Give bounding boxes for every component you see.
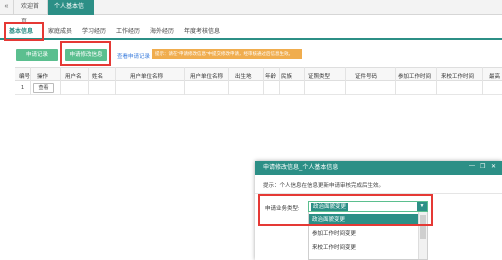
column-divider <box>345 67 346 95</box>
highlight-business-type <box>258 194 433 226</box>
column-divider <box>60 67 61 95</box>
dropdown-option[interactable]: 来校工作时间变更 <box>309 242 419 254</box>
column-divider <box>228 67 229 95</box>
col-header: 用户单位名称 <box>130 74 164 80</box>
close-icon[interactable]: ✕ <box>491 163 496 170</box>
column-divider <box>88 67 89 95</box>
dropdown-option[interactable]: 参加工作时间变更 <box>309 228 419 240</box>
col-header: 操作 <box>37 74 49 80</box>
col-header: 编号 <box>19 74 31 80</box>
hint-banner: 提示：请在“申请修改信息”中提交修改申请，经审核通过后信息生效。 <box>152 49 302 59</box>
column-divider <box>279 67 280 95</box>
subtab-annual-review[interactable]: 年度考核信息 <box>184 26 220 35</box>
highlight-basic-info <box>4 22 44 41</box>
maximize-icon[interactable]: ❐ <box>480 163 485 170</box>
view-button[interactable]: 查看 <box>33 83 54 93</box>
subtab-work[interactable]: 工作经历 <box>116 26 140 35</box>
col-header: 用户名 <box>65 74 82 80</box>
tab-personal-info[interactable]: 个人基本信息 × <box>48 0 94 25</box>
col-header: 姓名 <box>92 74 104 80</box>
subtab-family[interactable]: 家庭成员 <box>48 26 72 35</box>
collapse-nav-icon[interactable]: « <box>0 0 14 14</box>
apply-change-dialog: 申请修改信息_个人基本信息 — ❐ ✕ 提示：个人信息在信息更新申请审核完成后生… <box>255 161 502 260</box>
col-header: 民族 <box>281 74 293 80</box>
column-divider <box>436 67 437 95</box>
col-header: 证照类型 <box>308 74 331 80</box>
col-header: 出生地 <box>235 74 252 80</box>
column-divider <box>263 67 264 95</box>
highlight-apply-change <box>60 41 111 66</box>
info-subtabs: 基本信息 家庭成员 学习经历 工作经历 海外经历 年度考核信息 <box>0 20 502 40</box>
apply-record-button[interactable]: 申请记录 <box>16 49 58 61</box>
dialog-tip: 提示：个人信息在信息更新申请审核完成后生效。 <box>263 183 385 189</box>
column-divider <box>115 67 116 95</box>
title-bar: « 欢迎首页 个人基本信息 × <box>0 0 502 25</box>
tab-welcome[interactable]: 欢迎首页 <box>15 0 48 25</box>
subtab-education[interactable]: 学习经历 <box>82 26 106 35</box>
dialog-title: 申请修改信息_个人基本信息 <box>255 161 502 175</box>
col-header: 年龄 <box>265 74 277 80</box>
column-divider <box>482 67 483 95</box>
col-header: 证件号码 <box>355 74 378 80</box>
row-number: 1 <box>21 85 25 91</box>
minimize-icon[interactable]: — <box>469 163 475 169</box>
column-divider <box>184 67 185 95</box>
column-divider <box>395 67 396 95</box>
view-records-link[interactable]: 查看申请记录 <box>117 52 150 60</box>
column-divider <box>30 67 31 95</box>
col-header: 来校工作时间 <box>441 74 475 80</box>
subtab-overseas[interactable]: 海外经历 <box>150 26 174 35</box>
col-header: 参加工作时间 <box>398 74 432 80</box>
col-header: 用户单位名称 <box>190 74 224 80</box>
col-header: 最高 <box>489 74 501 80</box>
column-divider <box>304 67 305 95</box>
